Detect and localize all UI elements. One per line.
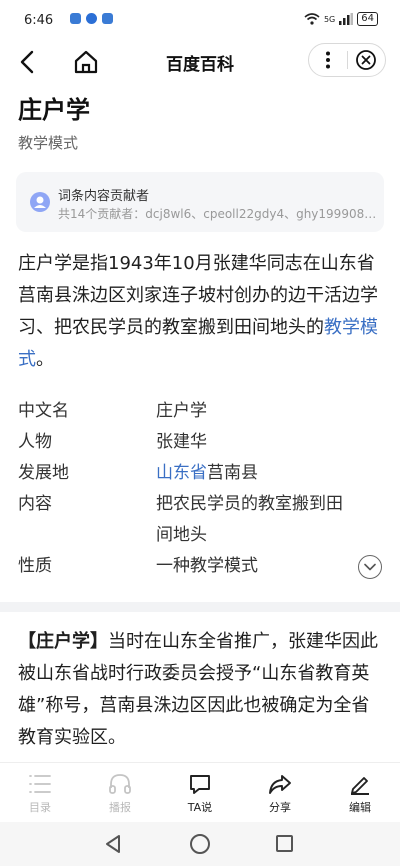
infobox-row: 性质 一种教学模式	[18, 551, 384, 582]
list-icon	[27, 771, 53, 797]
contributor-avatar-icon	[30, 192, 50, 212]
article-subtitle: 教学模式	[18, 134, 79, 152]
toolbar-edit-button[interactable]: 编辑	[320, 763, 400, 822]
app-notification-icon	[102, 13, 113, 24]
infobox-value: 庄户学	[156, 401, 207, 421]
notification-icons	[70, 13, 113, 24]
infobox-key: 性质	[18, 556, 52, 576]
toolbar-label: 目录	[29, 800, 51, 814]
toolbar-ta-says-button[interactable]: TA说	[160, 763, 240, 822]
status-right: 5G 64	[304, 12, 378, 26]
infobox-value: 张建华	[156, 432, 207, 452]
toolbar-catalog-button[interactable]: 目录	[0, 763, 80, 822]
toolbar-label: TA说	[187, 800, 213, 814]
paragraph-heading: 【庄户学】	[18, 631, 108, 652]
infobox-key: 中文名	[18, 401, 69, 421]
toolbar-label: 分享	[269, 800, 291, 814]
battery-icon: 64	[357, 12, 378, 26]
toolbar-broadcast-button[interactable]: 播报	[80, 763, 160, 822]
share-icon	[267, 771, 293, 797]
nav-home-icon[interactable]	[190, 834, 210, 854]
pencil-icon	[347, 771, 373, 797]
app-notification-icon	[70, 13, 81, 24]
contributors-card[interactable]: 词条内容贡献者 共14个贡献者：dcj8wl6、cpeoll22gdy4、ghy…	[16, 172, 384, 232]
close-button[interactable]	[347, 44, 385, 76]
summary-end: 。	[36, 349, 54, 370]
close-circle-icon	[356, 50, 377, 70]
status-bar: 6:46 5G 64	[0, 0, 400, 40]
more-vertical-icon	[325, 51, 330, 69]
contributors-names: 共14个贡献者：dcj8wl6、cpeoll22gdy4、ghy199908…	[58, 207, 377, 221]
article-content: 庄户学 教学模式 词条内容贡献者 共14个贡献者：dcj8wl6、cpeoll2…	[0, 82, 400, 762]
chat-bubble-icon	[187, 771, 213, 797]
nav-recents-icon[interactable]	[276, 835, 293, 852]
infobox-row: 发展地 山东省莒南县	[18, 458, 384, 489]
infobox-value: 把农民学员的教室搬到田间地头	[156, 494, 343, 545]
toolbar-share-button[interactable]: 分享	[240, 763, 320, 822]
infobox-expand-button[interactable]	[358, 555, 382, 579]
article-summary: 庄户学是指1943年10月张建华同志在山东省莒南县洙边区刘家连子坡村创办的边干活…	[18, 248, 384, 376]
infobox-row: 中文名 庄户学	[18, 396, 384, 427]
infobox-key: 发展地	[18, 463, 69, 483]
infobox-row: 内容 把农民学员的教室搬到田间地头	[18, 489, 384, 551]
wifi-icon	[304, 13, 320, 25]
article-paragraph: 【庄户学】当时在山东全省推广，张建华因此被山东省战时行政委员会授予“山东省教育英…	[18, 626, 384, 754]
infobox-key: 人物	[18, 432, 52, 452]
system-nav-bar	[0, 822, 400, 866]
top-nav-bar: 百度百科	[0, 40, 400, 82]
infobox-value-rest: 莒南县	[207, 463, 258, 483]
more-button[interactable]	[309, 44, 347, 76]
network-type: 5G	[323, 14, 336, 24]
infobox-row: 人物 张建华	[18, 427, 384, 458]
app-notification-icon	[86, 13, 97, 24]
chevron-down-icon	[364, 563, 376, 571]
nav-back-icon[interactable]	[104, 834, 122, 854]
infobox: 中文名 庄户学 人物 张建华 发展地 山东省莒南县 内容 把农民学员的教室搬到田…	[18, 396, 384, 582]
infobox-key: 内容	[18, 494, 52, 514]
menu-capsule	[308, 43, 386, 77]
signal-icon	[339, 13, 354, 25]
infobox-value: 一种教学模式	[156, 556, 258, 576]
infobox-value: 山东省莒南县	[156, 458, 384, 489]
shandong-province-link[interactable]: 山东省	[156, 463, 207, 483]
section-divider	[0, 602, 400, 612]
toolbar-label: 播报	[109, 800, 131, 814]
contributors-label: 词条内容贡献者	[58, 189, 150, 204]
headphones-icon	[107, 771, 133, 797]
toolbar-label: 编辑	[349, 800, 371, 814]
status-time: 6:46	[24, 13, 54, 28]
article-title: 庄户学	[18, 96, 90, 124]
bottom-toolbar: 目录 播报 TA说 分享 编辑	[0, 762, 400, 822]
